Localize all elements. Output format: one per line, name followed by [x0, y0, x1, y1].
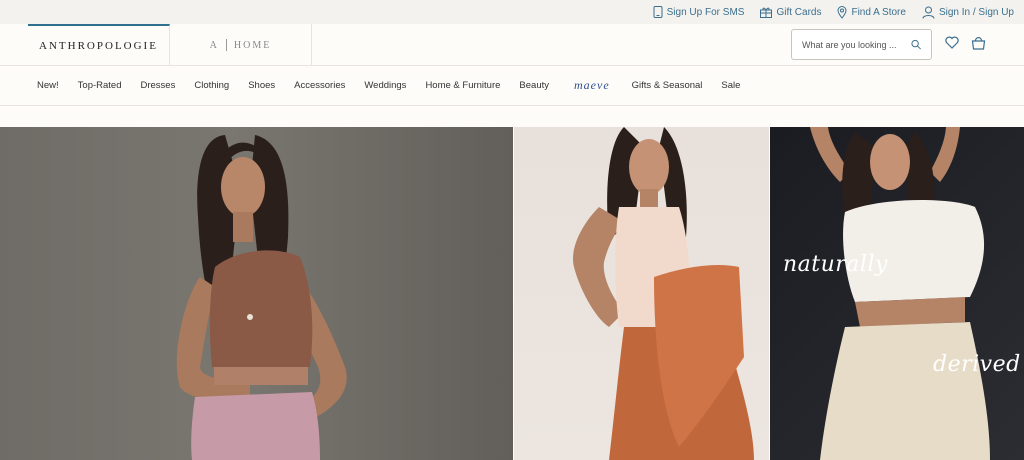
model-figure-center: [573, 127, 754, 460]
nav-item-home-furniture[interactable]: Home & Furniture: [425, 80, 500, 91]
hero-script-derived: derived: [933, 352, 1021, 377]
location-pin-icon: [837, 5, 847, 19]
nav-item-sale[interactable]: Sale: [721, 80, 740, 91]
nav-item-clothing[interactable]: Clothing: [194, 80, 229, 91]
nav-item-beauty[interactable]: Beauty: [519, 80, 549, 91]
nav-item-accessories[interactable]: Accessories: [294, 80, 345, 91]
search-input[interactable]: [802, 39, 911, 50]
gift-icon: [760, 7, 773, 18]
user-icon: [922, 6, 935, 19]
search-icon[interactable]: [911, 39, 921, 50]
home-logo-text: HOME: [233, 39, 272, 51]
hero-image-right[interactable]: naturally derived: [770, 127, 1024, 460]
model-figure-right: [810, 127, 990, 460]
model-figure-left: [176, 135, 347, 460]
sms-label: Sign Up For SMS: [666, 6, 745, 18]
nav-item-weddings[interactable]: Weddings: [364, 80, 406, 91]
home-logo-divider: [225, 39, 227, 51]
nav-item-dresses[interactable]: Dresses: [141, 80, 176, 91]
sign-in-link[interactable]: Sign In / Sign Up: [922, 6, 1014, 19]
gift-cards-label: Gift Cards: [776, 6, 822, 18]
nav-item-maeve[interactable]: maeve: [574, 78, 610, 93]
search-box: [791, 29, 932, 60]
find-store-label: Find A Store: [851, 6, 906, 18]
nav-item-gifts-seasonal[interactable]: Gifts & Seasonal: [632, 80, 703, 91]
home-logo-a: A: [209, 39, 219, 51]
sign-in-label: Sign In / Sign Up: [938, 6, 1014, 18]
nav-item-shoes[interactable]: Shoes: [248, 80, 275, 91]
heart-icon[interactable]: [945, 36, 959, 49]
hero-banner[interactable]: naturally derived: [0, 127, 1024, 460]
main-nav: New! Top-Rated Dresses Clothing Shoes Ac…: [0, 66, 1024, 106]
find-store-link[interactable]: Find A Store: [837, 5, 906, 19]
shopping-bag-icon[interactable]: [971, 36, 986, 50]
a-home-tab[interactable]: A HOME: [170, 24, 312, 66]
utility-bar: Sign Up For SMS Gift Cards Find A Store …: [0, 0, 1024, 24]
sms-signup-link[interactable]: Sign Up For SMS: [653, 6, 745, 18]
hero-script-naturally: naturally: [783, 252, 888, 277]
phone-icon: [653, 6, 663, 18]
gift-cards-link[interactable]: Gift Cards: [760, 7, 821, 18]
hero-image-center[interactable]: [514, 127, 769, 460]
anthropologie-tab[interactable]: ANTHROPOLOGIE: [28, 24, 170, 66]
hero-image-left[interactable]: [0, 127, 513, 460]
nav-item-new[interactable]: New!: [37, 80, 59, 91]
nav-item-top-rated[interactable]: Top-Rated: [78, 80, 122, 91]
brand-logo: ANTHROPOLOGIE: [39, 40, 158, 52]
site-header: ANTHROPOLOGIE A HOME: [0, 24, 1024, 66]
